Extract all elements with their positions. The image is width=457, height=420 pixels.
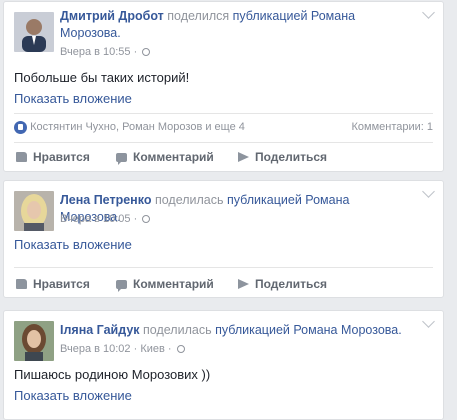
- likes-summary[interactable]: Костянтин Чухно, Роман Морозов и еще 4: [30, 121, 245, 133]
- comment-icon: [116, 152, 127, 165]
- post-meta: Вчера в 10:05 ·: [60, 212, 151, 226]
- like-button[interactable]: Нравится: [16, 143, 90, 171]
- globe-icon: [142, 215, 151, 224]
- share-action-text: поделилась: [154, 193, 224, 207]
- comment-button[interactable]: Комментарий: [116, 270, 214, 298]
- avatar[interactable]: [14, 321, 54, 361]
- shared-post-link-tail[interactable]: Морозова.: [60, 26, 121, 40]
- like-button[interactable]: Нравится: [16, 270, 90, 298]
- location[interactable]: Киев: [140, 343, 165, 355]
- action-bar: Нравится Комментарий Поделиться: [14, 270, 433, 298]
- chevron-down-icon[interactable]: [422, 315, 435, 328]
- comment-icon: [116, 279, 127, 292]
- author-name[interactable]: Лена Петренко: [60, 193, 151, 207]
- share-action-text: поделился: [167, 9, 230, 23]
- avatar[interactable]: [14, 12, 54, 52]
- post-text: Пишаюсь родиною Морозових )): [14, 367, 211, 382]
- author-name[interactable]: Дмитрий Дробот: [60, 9, 164, 23]
- chevron-down-icon[interactable]: [422, 6, 435, 19]
- comment-label: Комментарий: [133, 277, 214, 291]
- globe-icon: [176, 345, 185, 354]
- divider: [14, 113, 433, 114]
- like-reaction-icon: [14, 120, 27, 134]
- timestamp[interactable]: Вчера в 10:05: [60, 213, 131, 225]
- reactions-row: Костянтин Чухно, Роман Морозов и еще 4 К…: [14, 119, 433, 135]
- action-bar: Нравится Комментарий Поделиться: [14, 143, 433, 171]
- author-name[interactable]: Іляна Гайдук: [60, 323, 140, 337]
- share-label: Поделиться: [255, 277, 328, 291]
- share-action-text: поделилась: [143, 323, 212, 337]
- share-button[interactable]: Поделиться: [238, 143, 327, 171]
- separator: ·: [133, 343, 138, 356]
- like-label: Нравится: [33, 277, 90, 291]
- avatar[interactable]: [14, 191, 54, 231]
- shared-post-link[interactable]: публикацией Романа Морозова.: [215, 323, 402, 337]
- share-label: Поделиться: [255, 150, 328, 164]
- post-card: Лена Петренко поделилась публикацией Ром…: [3, 180, 444, 298]
- timestamp[interactable]: Вчера в 10:55: [60, 46, 131, 58]
- post-header: Дмитрий Дробот поделился публикацией Ром…: [60, 8, 413, 42]
- post-card: Дмитрий Дробот поделился публикацией Ром…: [3, 1, 444, 172]
- show-attachment-link[interactable]: Показать вложение: [14, 91, 132, 106]
- post-meta: Вчера в 10:02 · Киев ·: [60, 342, 185, 356]
- comments-count[interactable]: Комментарии: 1: [351, 119, 433, 135]
- share-icon: [238, 279, 249, 289]
- share-icon: [238, 152, 249, 162]
- comment-label: Комментарий: [133, 150, 214, 164]
- timestamp[interactable]: Вчера в 10:02: [60, 343, 131, 355]
- chevron-down-icon[interactable]: [422, 185, 435, 198]
- shared-post-link[interactable]: публикацией Романа: [233, 9, 355, 23]
- separator: ·: [133, 213, 138, 226]
- post-meta: Вчера в 10:55 ·: [60, 45, 151, 59]
- like-label: Нравится: [33, 150, 90, 164]
- like-icon: [16, 279, 27, 289]
- separator: ·: [133, 46, 138, 59]
- post-card: Іляна Гайдук поделилась публикацией Рома…: [3, 310, 444, 420]
- share-button[interactable]: Поделиться: [238, 270, 327, 298]
- show-attachment-link[interactable]: Показать вложение: [14, 388, 132, 403]
- post-header: Іляна Гайдук поделилась публикацией Рома…: [60, 322, 413, 339]
- comment-button[interactable]: Комментарий: [116, 143, 214, 171]
- separator: ·: [167, 343, 172, 356]
- like-icon: [16, 152, 27, 162]
- post-text: Побольше бы таких историй!: [14, 70, 190, 85]
- divider: [14, 267, 433, 268]
- show-attachment-link[interactable]: Показать вложение: [14, 237, 132, 252]
- globe-icon: [142, 48, 151, 57]
